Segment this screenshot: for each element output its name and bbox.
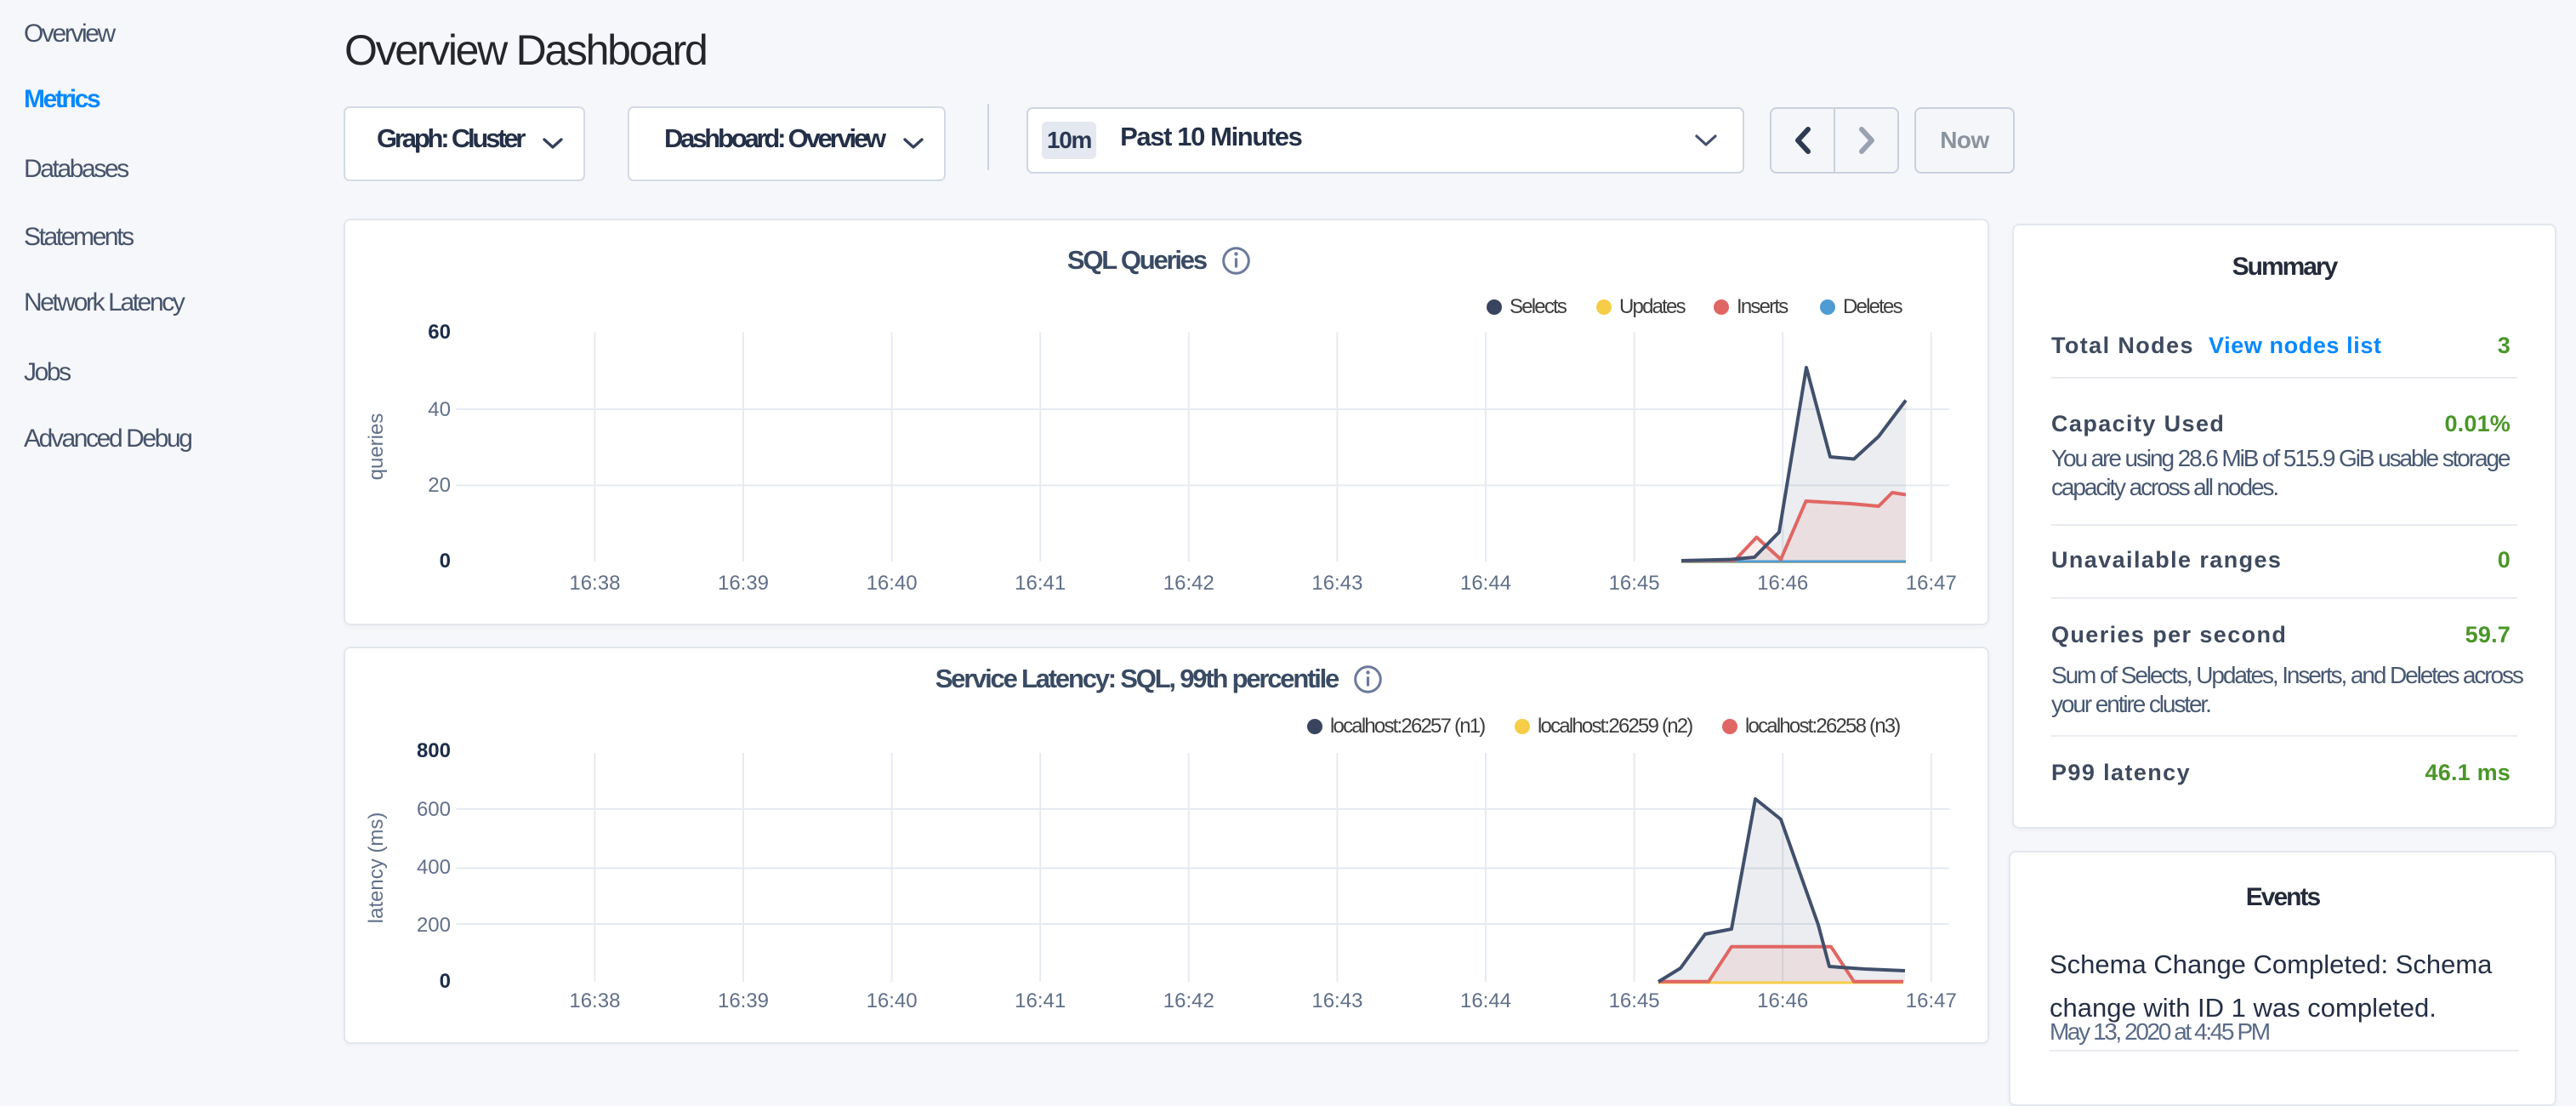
svg-text:16:41: 16:41 bbox=[1015, 989, 1066, 1012]
svg-text:queries: queries bbox=[365, 413, 388, 481]
svg-text:latency (ms): latency (ms) bbox=[365, 812, 388, 924]
svg-text:16:46: 16:46 bbox=[1757, 989, 1808, 1012]
svg-text:16:40: 16:40 bbox=[867, 989, 918, 1012]
svg-text:16:41: 16:41 bbox=[1015, 572, 1066, 595]
svg-text:400: 400 bbox=[417, 856, 451, 879]
svg-text:16:39: 16:39 bbox=[718, 989, 769, 1012]
svg-text:800: 800 bbox=[417, 739, 451, 762]
svg-text:16:44: 16:44 bbox=[1460, 572, 1511, 595]
svg-text:40: 40 bbox=[428, 398, 451, 421]
svg-text:20: 20 bbox=[428, 474, 451, 497]
svg-text:16:38: 16:38 bbox=[569, 572, 620, 595]
svg-text:16:47: 16:47 bbox=[1906, 989, 1957, 1012]
svg-text:16:45: 16:45 bbox=[1609, 989, 1660, 1012]
svg-text:0: 0 bbox=[440, 970, 451, 993]
svg-text:16:42: 16:42 bbox=[1163, 572, 1214, 595]
svg-text:16:39: 16:39 bbox=[718, 572, 769, 595]
svg-text:16:40: 16:40 bbox=[867, 572, 918, 595]
svg-text:16:45: 16:45 bbox=[1609, 572, 1660, 595]
svg-text:16:47: 16:47 bbox=[1906, 572, 1957, 595]
svg-text:600: 600 bbox=[417, 798, 451, 821]
svg-text:60: 60 bbox=[428, 321, 451, 344]
svg-text:16:46: 16:46 bbox=[1757, 572, 1808, 595]
svg-text:16:43: 16:43 bbox=[1311, 572, 1362, 595]
svg-text:16:44: 16:44 bbox=[1460, 989, 1511, 1012]
svg-text:16:38: 16:38 bbox=[569, 989, 620, 1012]
svg-text:16:42: 16:42 bbox=[1163, 989, 1214, 1012]
svg-text:200: 200 bbox=[417, 914, 451, 937]
svg-text:0: 0 bbox=[440, 550, 451, 573]
svg-text:16:43: 16:43 bbox=[1311, 989, 1362, 1012]
